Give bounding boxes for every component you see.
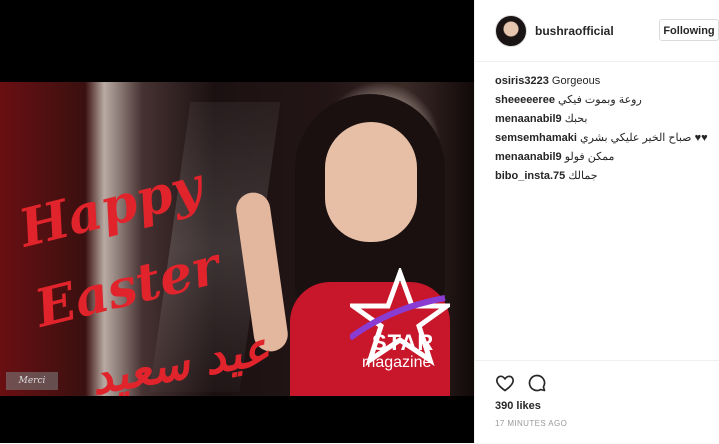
overlay-arabic-text: عيد سعيد <box>86 320 274 396</box>
magazine-logo-text: magazine <box>362 354 432 371</box>
comment-username[interactable]: bibo_insta.75 <box>495 170 565 182</box>
comments-list: osiris3223 Gorgeous sheeeeeree روعة وبمو… <box>495 72 715 186</box>
comment-username[interactable]: sheeeeeree <box>495 94 555 106</box>
comment-item: menaanabil9 بحبك <box>495 110 715 129</box>
likes-count[interactable]: 390 likes <box>495 400 541 412</box>
comment-text: Gorgeous <box>551 75 601 87</box>
comment-item: menaanabil9 ممكن فولو <box>495 148 715 167</box>
username[interactable]: bushraofficial <box>535 24 614 38</box>
post-actions: 390 likes 17 MINUTES AGO <box>475 360 719 444</box>
comment-text: ممكن فولو <box>564 151 615 163</box>
heart-icon[interactable] <box>495 373 515 393</box>
comment-text: روعة وبموت فيكي <box>558 94 642 106</box>
watermark: Merci <box>6 372 58 390</box>
comment-icon[interactable] <box>527 373 547 393</box>
following-button[interactable]: Following <box>659 19 719 41</box>
post-side-panel: bushraofficial Following osiris3223 Gorg… <box>474 0 719 443</box>
comment-text: جمالك <box>568 170 598 182</box>
star-logo-text: STAR <box>372 330 435 355</box>
comment-username[interactable]: semsemhamaki <box>495 132 577 144</box>
comment-item: semsemhamaki صباح الخير عليكي بشري ♥♥ <box>495 129 715 148</box>
comment-text: بحبك <box>564 113 588 125</box>
instagram-post: Happy Easter عيد سعيد STAR magazine Merc… <box>0 0 719 443</box>
comment-username[interactable]: menaanabil9 <box>495 151 562 163</box>
post-timestamp[interactable]: 17 MINUTES AGO <box>495 419 567 428</box>
comment-item: sheeeeeree روعة وبموت فيكي <box>495 91 715 110</box>
comment-username[interactable]: menaanabil9 <box>495 113 562 125</box>
subject-face <box>325 122 417 242</box>
avatar[interactable] <box>495 15 527 47</box>
comment-item: osiris3223 Gorgeous <box>495 72 715 91</box>
comment-username[interactable]: osiris3223 <box>495 75 549 87</box>
post-media: Happy Easter عيد سعيد STAR magazine Merc… <box>0 0 474 443</box>
post-header: bushraofficial Following <box>475 0 719 62</box>
post-photo[interactable]: Happy Easter عيد سعيد STAR magazine Merc… <box>0 82 474 396</box>
comment-item: bibo_insta.75 جمالك <box>495 167 715 186</box>
comment-text: صباح الخير عليكي بشري ♥♥ <box>580 132 708 144</box>
